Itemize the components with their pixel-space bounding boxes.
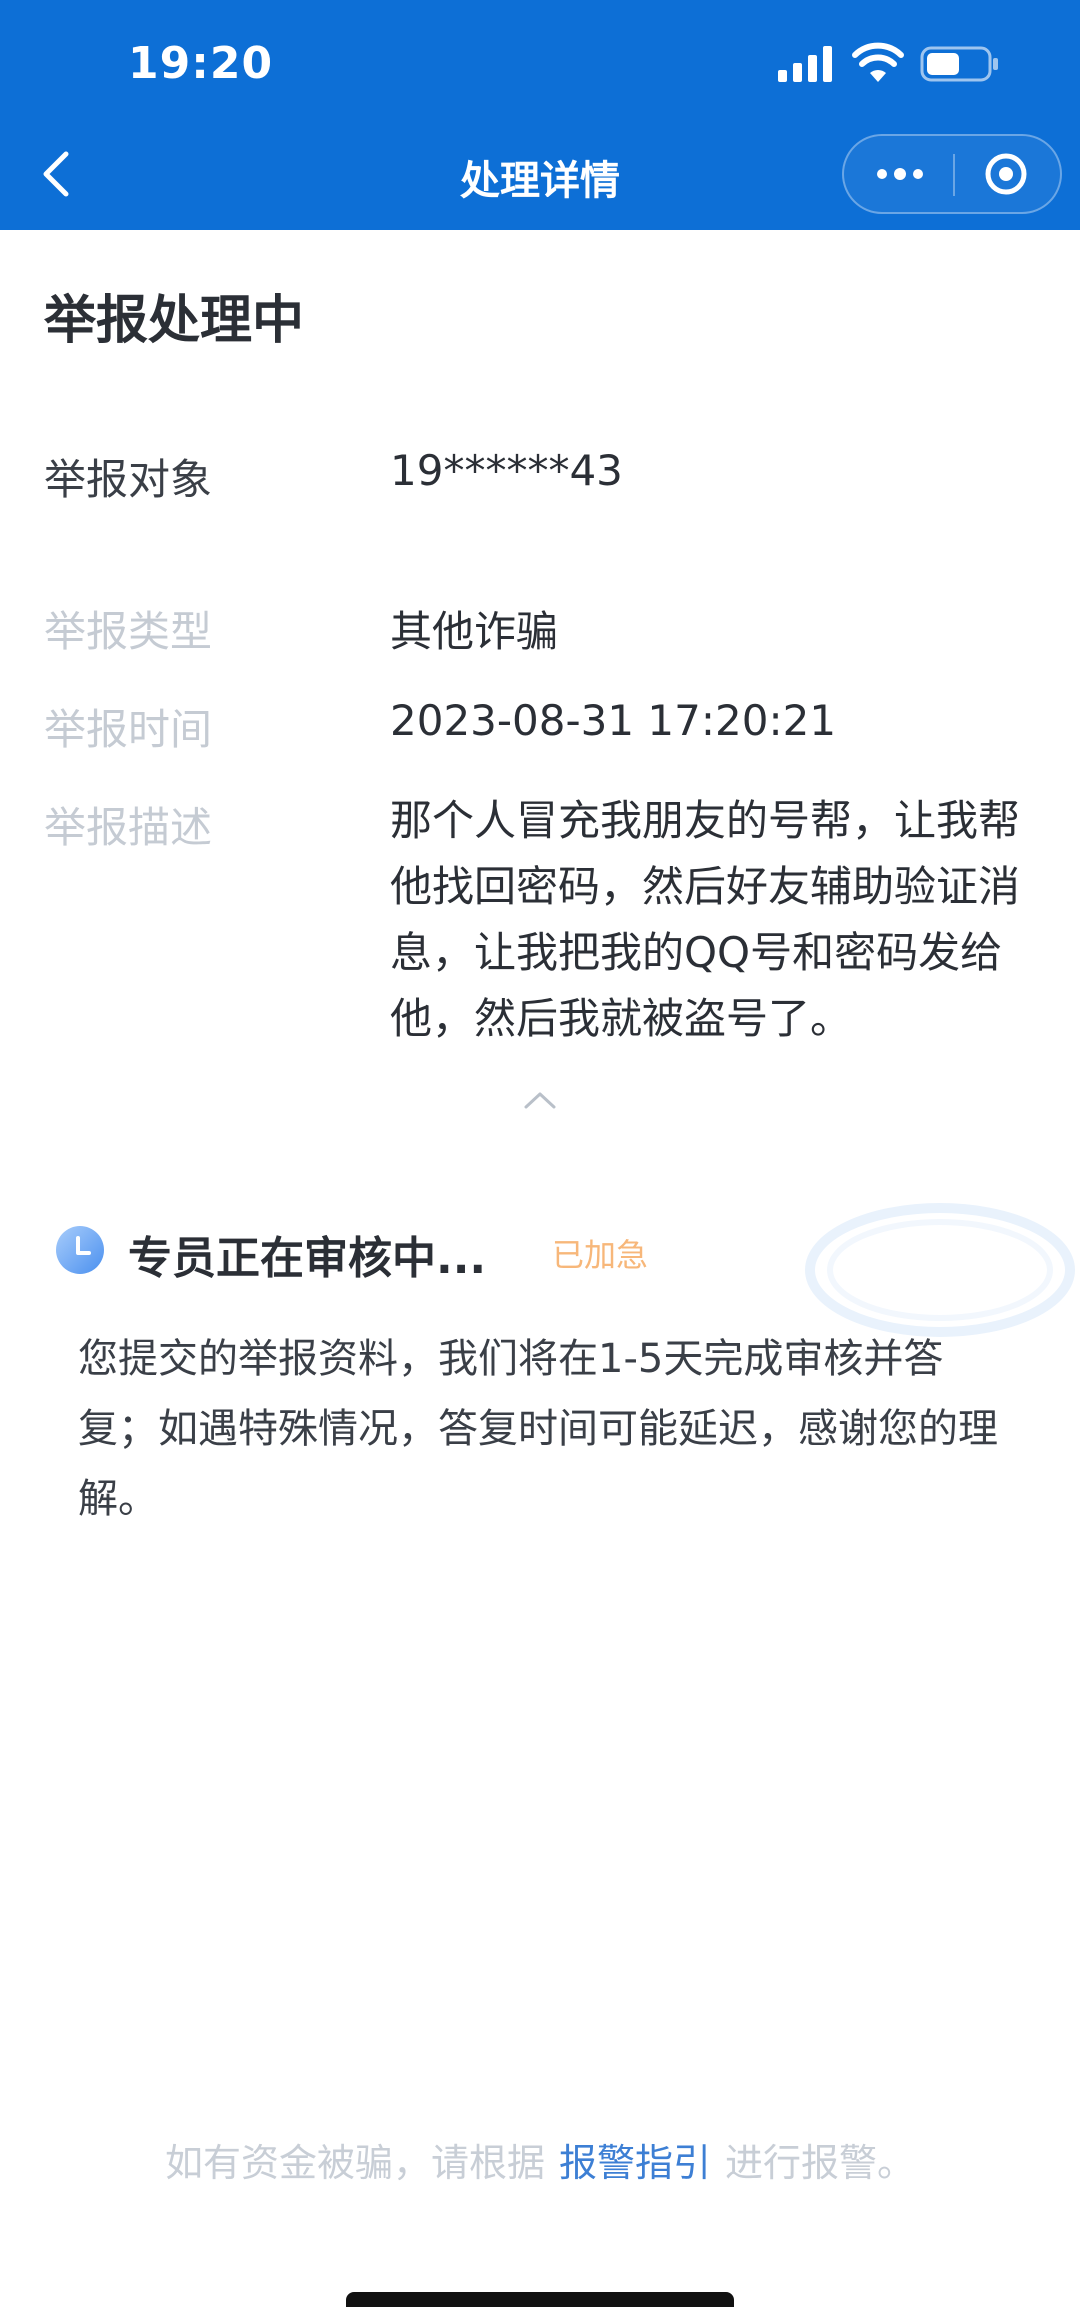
report-desc-label: 举报描述 xyxy=(44,803,213,852)
report-status-title: 举报处理中 xyxy=(44,291,305,351)
report-time-label: 举报时间 xyxy=(44,705,213,754)
footer-prefix: 如有资金被骗，请根据 xyxy=(164,2141,545,2185)
target-icon[interactable] xyxy=(984,152,1028,196)
footer-note: 如有资金被骗，请根据 报警指引 进行报警。 xyxy=(0,2132,1080,2187)
review-card: 专员正在审核中... 已加急 您提交的举报资料，我们将在1-5天完成审核并答复；… xyxy=(0,1180,1080,1540)
police-guide-link[interactable]: 报警指引 xyxy=(559,2141,711,2185)
signal-icon xyxy=(778,46,832,82)
report-target-label: 举报对象 xyxy=(44,455,213,504)
report-desc-value: 那个人冒充我朋友的号帮，让我帮他找回密码，然后好友辅助验证消息，让我把我的QQ号… xyxy=(390,796,1021,1043)
home-indicator xyxy=(346,2292,734,2307)
collapse-up-icon[interactable] xyxy=(522,1090,558,1110)
capsule-divider xyxy=(953,154,955,196)
header: 19:20 处理详情 xyxy=(0,0,1080,230)
footer-suffix: 进行报警。 xyxy=(725,2141,916,2185)
battery-icon xyxy=(920,46,998,82)
review-title: 专员正在审核中... xyxy=(128,1233,487,1284)
status-time: 19:20 xyxy=(128,38,274,89)
urgent-badge: 已加急 xyxy=(552,1236,649,1274)
report-type-value: 其他诈骗 xyxy=(390,607,559,656)
report-type-label: 举报类型 xyxy=(44,607,213,656)
clock-icon xyxy=(56,1226,104,1274)
report-target-value: 19******43 xyxy=(390,446,623,495)
capsule-menu xyxy=(842,134,1062,214)
more-icon[interactable] xyxy=(874,164,926,184)
review-text: 您提交的举报资料，我们将在1-5天完成审核并答复；如遇特殊情况，答复时间可能延迟… xyxy=(78,1336,998,1522)
report-time-value: 2023-08-31 17:20:21 xyxy=(390,696,837,745)
wifi-icon xyxy=(852,42,904,82)
